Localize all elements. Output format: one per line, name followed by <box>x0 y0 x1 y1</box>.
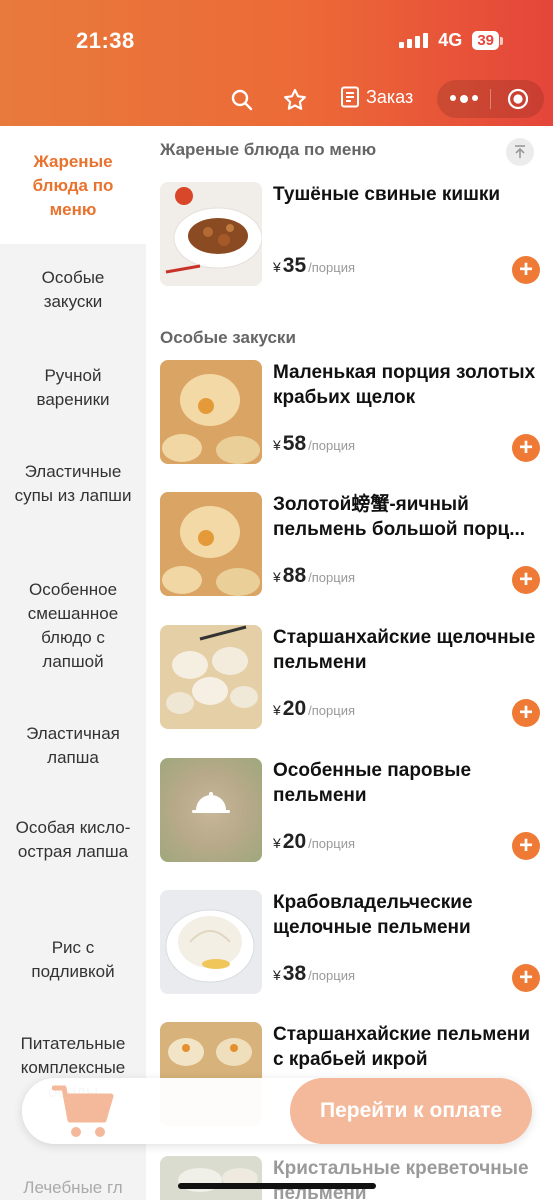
sidebar-item-rice[interactable]: Рис с подливкой <box>0 936 146 984</box>
sidebar-item-label: Особые закуски <box>41 268 105 311</box>
home-indicator <box>178 1183 376 1189</box>
dish-name: Кристальные креветочные пельмени <box>273 1158 529 1200</box>
sidebar-item-healing[interactable]: Лечебные гл <box>0 1176 146 1200</box>
dish-price: ¥88/порция <box>273 564 356 587</box>
add-to-cart-button[interactable]: + <box>512 699 540 727</box>
order-button[interactable]: Заказ <box>340 86 413 108</box>
cart-bar: Перейти к оплате <box>22 1078 532 1144</box>
sidebar-item-snacks[interactable]: Особые закуски <box>0 266 146 314</box>
close-miniapp-icon[interactable] <box>491 88 544 110</box>
battery-level: 39 <box>472 31 499 50</box>
order-list-icon <box>341 86 359 108</box>
signal-icon <box>399 33 429 48</box>
dish-name: Золотой螃蟹-яичный пельмень большой порц..… <box>273 494 526 540</box>
section-title: Особые закуски <box>160 328 296 347</box>
dish-image <box>160 758 262 862</box>
add-to-cart-button[interactable]: + <box>512 566 540 594</box>
sidebar-item-label: Особая кисло-острая лапша <box>15 818 131 861</box>
dish-name: Маленькая порция золотых крабьих щелок <box>273 362 536 408</box>
dish-price: ¥20/порция <box>273 830 356 853</box>
dish-price: ¥38/порция <box>273 962 356 985</box>
menu-list: Жареные блюда по меню Тушёные свиные киш… <box>146 126 553 1200</box>
dish-image <box>160 1156 262 1200</box>
sidebar-item-label: Эластичная лапша <box>26 724 120 767</box>
status-time: 21:38 <box>76 28 135 53</box>
menu-item[interactable]: Старшанхайские щелочные пельмени ¥20/пор… <box>146 625 553 729</box>
search-icon[interactable] <box>228 86 256 114</box>
network-label: 4G <box>438 30 463 50</box>
dish-image <box>160 890 262 994</box>
sidebar-item-noodle-soups[interactable]: Эластичные супы из лапши <box>0 460 146 508</box>
toolbar: Заказ <box>0 80 553 120</box>
dish-price: ¥58/порция <box>273 432 356 455</box>
sidebar-item-mixed-noodles[interactable]: Особенное смешанное блюдо с лапшой <box>0 578 146 674</box>
menu-item[interactable]: Маленькая порция золотых крабьих щелок ¥… <box>146 360 553 464</box>
add-to-cart-button[interactable]: + <box>512 434 540 462</box>
sidebar-item-dumplings[interactable]: Ручной вареники <box>0 364 146 412</box>
menu-item[interactable]: Особенные паровые пельмени ¥20/порция + <box>146 758 553 862</box>
dish-image <box>160 625 262 729</box>
scroll-top-icon[interactable] <box>506 138 534 166</box>
battery-icon: 39 <box>472 31 503 50</box>
category-sidebar: Жареные блюда по меню Особые закуски Руч… <box>0 126 146 1200</box>
add-to-cart-button[interactable]: + <box>512 256 540 284</box>
dish-price: ¥35/порция <box>273 254 356 277</box>
dish-name: Особенные паровые пельмени <box>273 760 472 806</box>
sidebar-item-label: Особенное смешанное блюдо с лапшой <box>27 580 119 671</box>
sidebar-item-label: Ручной вареники <box>36 366 110 409</box>
menu-item[interactable]: Тушёные свиные кишки ¥35/порция + <box>146 182 553 286</box>
sidebar-item-label: Жареные блюда по меню <box>32 152 114 219</box>
header-bar: 21:38 4G 39 Заказ <box>0 0 553 126</box>
miniapp-capsule <box>437 80 544 118</box>
more-menu-icon[interactable] <box>437 95 490 103</box>
add-to-cart-button[interactable]: + <box>512 832 540 860</box>
sidebar-item-label: Рис с подливкой <box>31 938 115 981</box>
status-indicators: 4G 39 <box>399 30 503 51</box>
menu-item[interactable]: Золотой螃蟹-яичный пельмень большой порц..… <box>146 492 553 596</box>
sidebar-item-fried[interactable]: Жареные блюда по меню <box>0 126 146 244</box>
dish-name: Старшанхайские щелочные пельмени <box>273 627 536 673</box>
menu-item[interactable]: Крабовладельческие щелочные пельмени ¥38… <box>146 890 553 994</box>
add-to-cart-button[interactable]: + <box>512 964 540 992</box>
dish-image <box>160 182 262 286</box>
sidebar-item-elastic-noodles[interactable]: Эластичная лапша <box>0 722 146 770</box>
checkout-button[interactable]: Перейти к оплате <box>290 1078 532 1144</box>
menu-item[interactable]: Кристальные креветочные пельмени <box>146 1156 553 1200</box>
sidebar-item-label: Эластичные супы из лапши <box>14 462 132 505</box>
dish-name: Крабовладельческие щелочные пельмени <box>273 892 473 938</box>
section-title: Жареные блюда по меню <box>160 140 377 159</box>
order-label: Заказ <box>366 86 414 107</box>
dish-image <box>160 492 262 596</box>
dish-name: Тушёные свиные кишки <box>273 184 501 205</box>
cart-icon[interactable] <box>51 1082 116 1142</box>
dish-price: ¥20/порция <box>273 697 356 720</box>
dish-name: Старшанхайские пельмени с крабьей икрой <box>273 1024 531 1070</box>
star-icon[interactable] <box>281 86 309 114</box>
sidebar-item-sour-spicy-noodles[interactable]: Особая кисло-острая лапша <box>0 816 146 864</box>
dish-image <box>160 360 262 464</box>
sidebar-item-label: Лечебные гл <box>23 1178 123 1197</box>
